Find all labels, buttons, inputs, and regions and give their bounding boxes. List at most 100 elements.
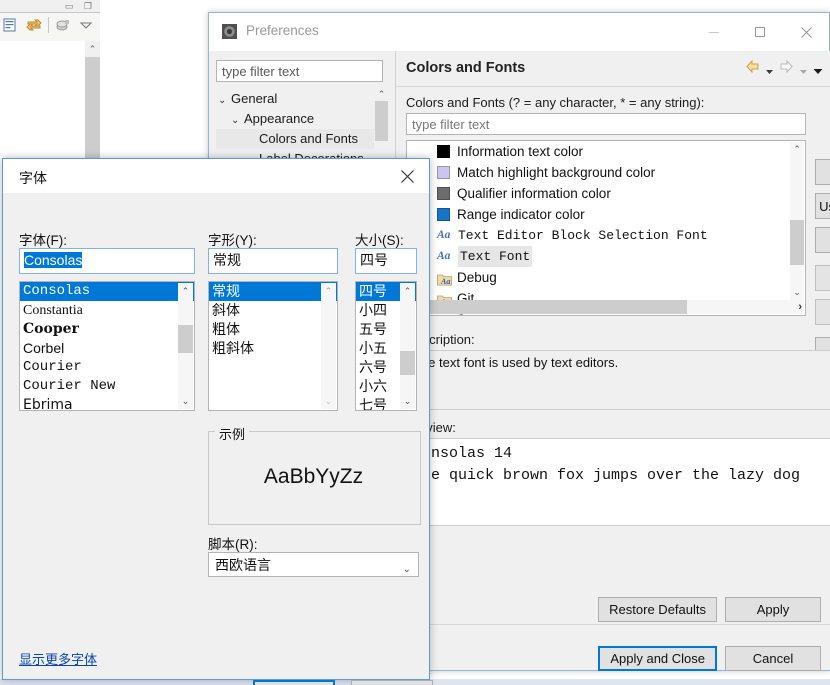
list-item-italic[interactable]: 斜体	[209, 301, 337, 320]
font-style-list[interactable]: 常规 斜体 粗体 粗斜体 ⌃ ⌄	[208, 281, 338, 411]
list-item[interactable]: Qualifier information color	[407, 183, 805, 204]
tree-item-appearance[interactable]: ⌄ Appearance	[216, 109, 374, 129]
preferences-tree: ⌄General ⌄Appearance Colors and Fonts La…	[216, 89, 374, 169]
scroll-down-arrow-icon[interactable]: ⌄	[178, 393, 193, 409]
reset-button[interactable]: Reset	[815, 227, 830, 253]
show-more-fonts-link[interactable]: 显示更多字体	[19, 649, 97, 668]
script-select[interactable]: 西欧语言 ⌄	[208, 552, 419, 577]
list-item-corbel[interactable]: Corbel	[20, 339, 194, 358]
colors-and-fonts-label: Colors and Fonts (? = any character, * =…	[406, 95, 705, 110]
color-swatch-icon	[437, 166, 450, 179]
scroll-up-arrow-icon[interactable]: ⌃	[178, 283, 193, 299]
minimize-button[interactable]	[691, 13, 737, 51]
scroll-down-arrow-icon[interactable]: ⌄	[790, 285, 804, 300]
list-item[interactable]: Information text color	[407, 141, 805, 162]
font-dialog-titlebar[interactable]: 字体	[3, 159, 429, 193]
preferences-filter-input[interactable]: type filter text	[216, 60, 383, 82]
scroll-up-arrow-icon[interactable]: ⌃	[375, 87, 388, 101]
colors-fonts-filter-input[interactable]: type filter text	[406, 113, 806, 135]
edit-button[interactable]: Edit...	[815, 159, 830, 185]
font-family-scrollbar[interactable]: ⌃ ⌄	[178, 283, 193, 409]
link-editor-icon[interactable]	[25, 16, 43, 34]
preview-line-1: Consolas 14	[413, 445, 513, 462]
font-size-list[interactable]: 四号 小四 五号 小五 六号 小六 七号 ⌃ ⌄	[355, 281, 417, 411]
list-item[interactable]: Aa Debug	[407, 267, 805, 288]
font-size-scrollbar[interactable]: ⌃ ⌄	[400, 283, 415, 409]
font-style-input[interactable]: 常规	[208, 248, 338, 274]
font-dialog-title: 字体	[19, 170, 47, 186]
apply-button[interactable]: Apply	[725, 597, 821, 622]
list-item-label: Text Font	[458, 246, 533, 267]
scrollbar-thumb[interactable]	[375, 101, 388, 141]
list-item-consolas[interactable]: Consolas	[20, 282, 194, 301]
toggle-breakpoint-icon[interactable]	[2, 16, 20, 34]
forward-arrow-icon[interactable]	[778, 59, 795, 79]
font-family-list[interactable]: Consolas Constantia Cooper Corbel Courie…	[19, 281, 195, 411]
forward-dropdown-icon[interactable]	[798, 64, 809, 75]
preferences-close-row: Apply and Close Cancel	[598, 646, 821, 671]
colors-fonts-vertical-scrollbar[interactable]: ⌃ ⌄	[790, 142, 804, 300]
scroll-up-arrow-icon[interactable]: ⌃	[85, 41, 100, 57]
scrollbar-thumb[interactable]	[178, 325, 193, 353]
back-arrow-icon[interactable]	[744, 59, 761, 79]
list-item[interactable]: Aa Text Editor Block Selection Font	[407, 225, 805, 246]
list-item-courier[interactable]: Courier	[20, 358, 194, 377]
chevron-down-icon[interactable]: ⌄	[403, 559, 411, 580]
scrollbar-thumb[interactable]	[790, 220, 804, 265]
font-dialog-buttons: 确定 取消	[253, 680, 433, 685]
scrollbar-thumb[interactable]	[408, 300, 687, 314]
colors-fonts-tree[interactable]: Information text color Match highlight b…	[406, 140, 806, 316]
preferences-titlebar[interactable]: Preferences	[209, 13, 829, 51]
list-item-cooper[interactable]: Cooper	[20, 320, 194, 339]
color-swatch-icon	[437, 187, 450, 200]
script-label: 脚本(R):	[208, 537, 258, 552]
close-button[interactable]	[783, 13, 829, 51]
scroll-down-arrow-icon[interactable]: ⌄	[400, 393, 415, 409]
scroll-right-arrow-icon[interactable]: ›	[798, 300, 802, 314]
font-category-icon: Aa	[437, 271, 452, 286]
maximize-button[interactable]	[737, 13, 783, 51]
list-item-bold[interactable]: 粗体	[209, 320, 337, 339]
coverage-icon[interactable]	[54, 16, 72, 34]
chevron-down-icon[interactable]: ⌄	[218, 91, 231, 111]
list-item-regular[interactable]: 常规	[209, 282, 337, 301]
view-menu-dropdown-icon[interactable]	[812, 64, 823, 75]
font-size-input[interactable]: 四号	[355, 248, 417, 274]
tree-item-colors-and-fonts[interactable]: Colors and Fonts	[216, 129, 374, 149]
tree-item-label: General	[231, 91, 278, 106]
view-menu-icon[interactable]	[77, 16, 95, 34]
cancel-button[interactable]: Cancel	[725, 646, 821, 671]
font-style-label: 字形(Y):	[208, 233, 257, 248]
script-value: 西欧语言	[215, 557, 271, 573]
list-item-courier-new[interactable]: Courier New	[20, 377, 194, 396]
scrollbar-thumb[interactable]	[85, 57, 100, 172]
list-item-label: Text Editor Block Selection Font	[458, 228, 708, 243]
apply-and-close-button[interactable]: Apply and Close	[598, 646, 717, 671]
list-item[interactable]: Match highlight background color	[407, 162, 805, 183]
use-system-font-button[interactable]: Use System Font	[815, 193, 830, 219]
font-family-label: 字体(F):	[19, 233, 67, 248]
preview-line-2: The quick brown fox jumps over the lazy …	[413, 467, 801, 484]
list-item-bold-italic[interactable]: 粗斜体	[209, 339, 337, 358]
list-item-constantia[interactable]: Constantia	[20, 301, 194, 320]
colors-fonts-horizontal-scrollbar[interactable]: ›	[408, 300, 804, 314]
scroll-up-arrow-icon[interactable]: ⌃	[321, 283, 336, 299]
chevron-down-icon[interactable]: ⌄	[231, 111, 244, 131]
ok-button[interactable]: 确定	[253, 680, 335, 685]
tree-item-general[interactable]: ⌄ General	[216, 89, 374, 109]
list-item[interactable]: Range indicator color	[407, 204, 805, 225]
scroll-up-arrow-icon[interactable]: ⌃	[400, 283, 415, 299]
list-item-text-font[interactable]: Aa Text Font	[407, 246, 805, 267]
preview-box: Consolas 14 The quick brown fox jumps ov…	[406, 438, 830, 526]
scroll-down-arrow-icon[interactable]: ⌄	[321, 393, 336, 409]
restore-defaults-button[interactable]: Restore Defaults	[598, 597, 717, 622]
scroll-up-arrow-icon[interactable]: ⌃	[790, 142, 804, 157]
list-item-ebrima[interactable]: Ebrima	[20, 396, 194, 410]
cancel-button[interactable]: 取消	[351, 680, 433, 685]
font-family-input[interactable]: Consolas	[19, 248, 195, 274]
list-item-label: Debug	[457, 270, 497, 285]
font-dialog-close-button[interactable]	[385, 159, 429, 193]
scrollbar-thumb[interactable]	[400, 351, 415, 375]
font-style-scrollbar[interactable]: ⌃ ⌄	[321, 283, 336, 409]
back-dropdown-icon[interactable]	[764, 64, 775, 75]
